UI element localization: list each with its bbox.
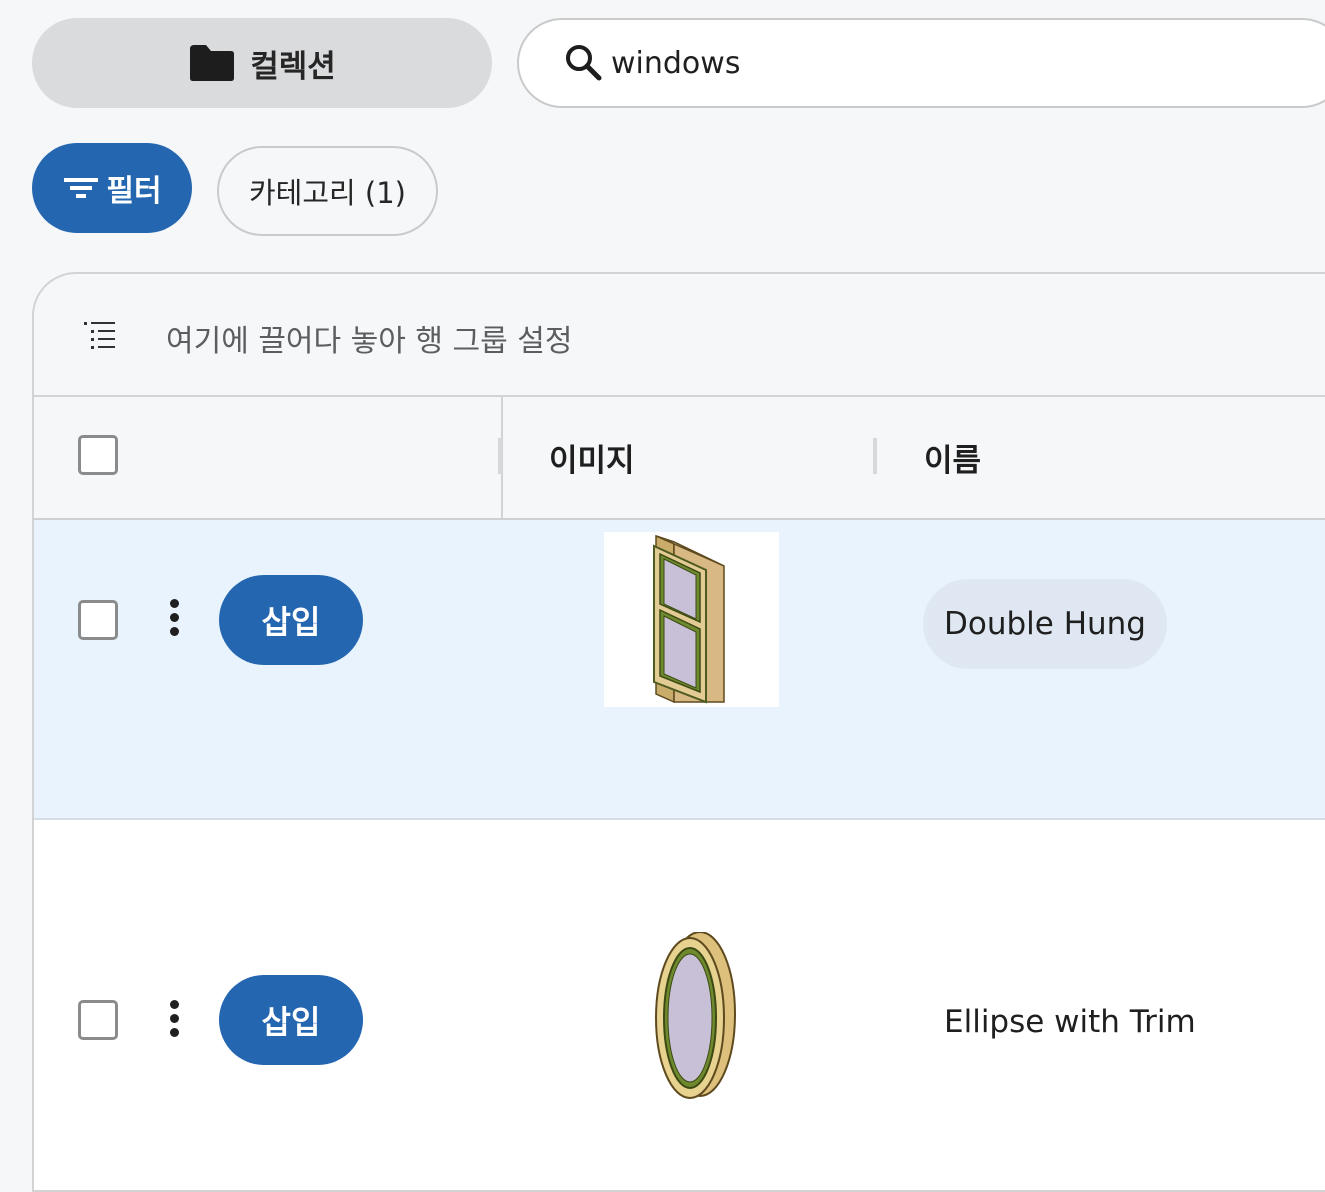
filter-label: 필터 [106, 174, 162, 209]
double-hung-window-image [653, 534, 725, 704]
insert-button[interactable]: 삽입 [219, 975, 363, 1065]
item-name-chip[interactable]: Double Hung [923, 579, 1167, 669]
kebab-menu-icon[interactable] [166, 599, 182, 641]
search-input[interactable] [611, 45, 1211, 81]
search-icon [566, 45, 602, 81]
insert-button[interactable]: 삽입 [219, 575, 363, 665]
filter-button[interactable]: 필터 [32, 143, 192, 233]
row-group-icon [84, 322, 115, 349]
double-hung-window-thumbnail [604, 532, 779, 707]
grid-header-row: 이미지 이름 [34, 395, 1325, 520]
ellipse-window-image [655, 931, 736, 1099]
column-resize-handle[interactable] [498, 438, 502, 474]
row-checkbox[interactable] [78, 600, 118, 640]
table-row[interactable]: 삽입 Double Hung [34, 520, 1325, 820]
row-checkbox[interactable] [78, 1000, 118, 1040]
select-all-checkbox[interactable] [78, 435, 118, 475]
ellipse-window-thumbnail [604, 931, 779, 1107]
collections-button[interactable]: 컬렉션 [32, 18, 492, 108]
table-row[interactable]: 삽입 Ellipse with Trim [34, 820, 1325, 1190]
column-resize-handle[interactable] [873, 438, 877, 474]
item-name[interactable]: Ellipse with Trim [944, 1004, 1196, 1040]
search-box[interactable] [517, 18, 1325, 108]
filter-icon [64, 178, 99, 198]
item-name: Double Hung [944, 606, 1146, 642]
folder-icon [190, 45, 235, 81]
results-grid: 여기에 끌어다 놓아 행 그룹 설정 이미지 이름 삽입 Double Hung… [32, 272, 1325, 1192]
category-filter-chip[interactable]: 카테고리 (1) [217, 146, 438, 236]
column-header-name[interactable]: 이름 [924, 435, 981, 480]
row-group-hint: 여기에 끌어다 놓아 행 그룹 설정 [166, 324, 573, 359]
category-chip-label: 카테고리 (1) [248, 176, 407, 210]
collections-label: 컬렉션 [250, 48, 336, 85]
kebab-menu-icon[interactable] [166, 1000, 182, 1042]
column-header-image[interactable]: 이미지 [549, 435, 635, 480]
row-group-drop-zone[interactable]: 여기에 끌어다 놓아 행 그룹 설정 [34, 274, 1325, 397]
